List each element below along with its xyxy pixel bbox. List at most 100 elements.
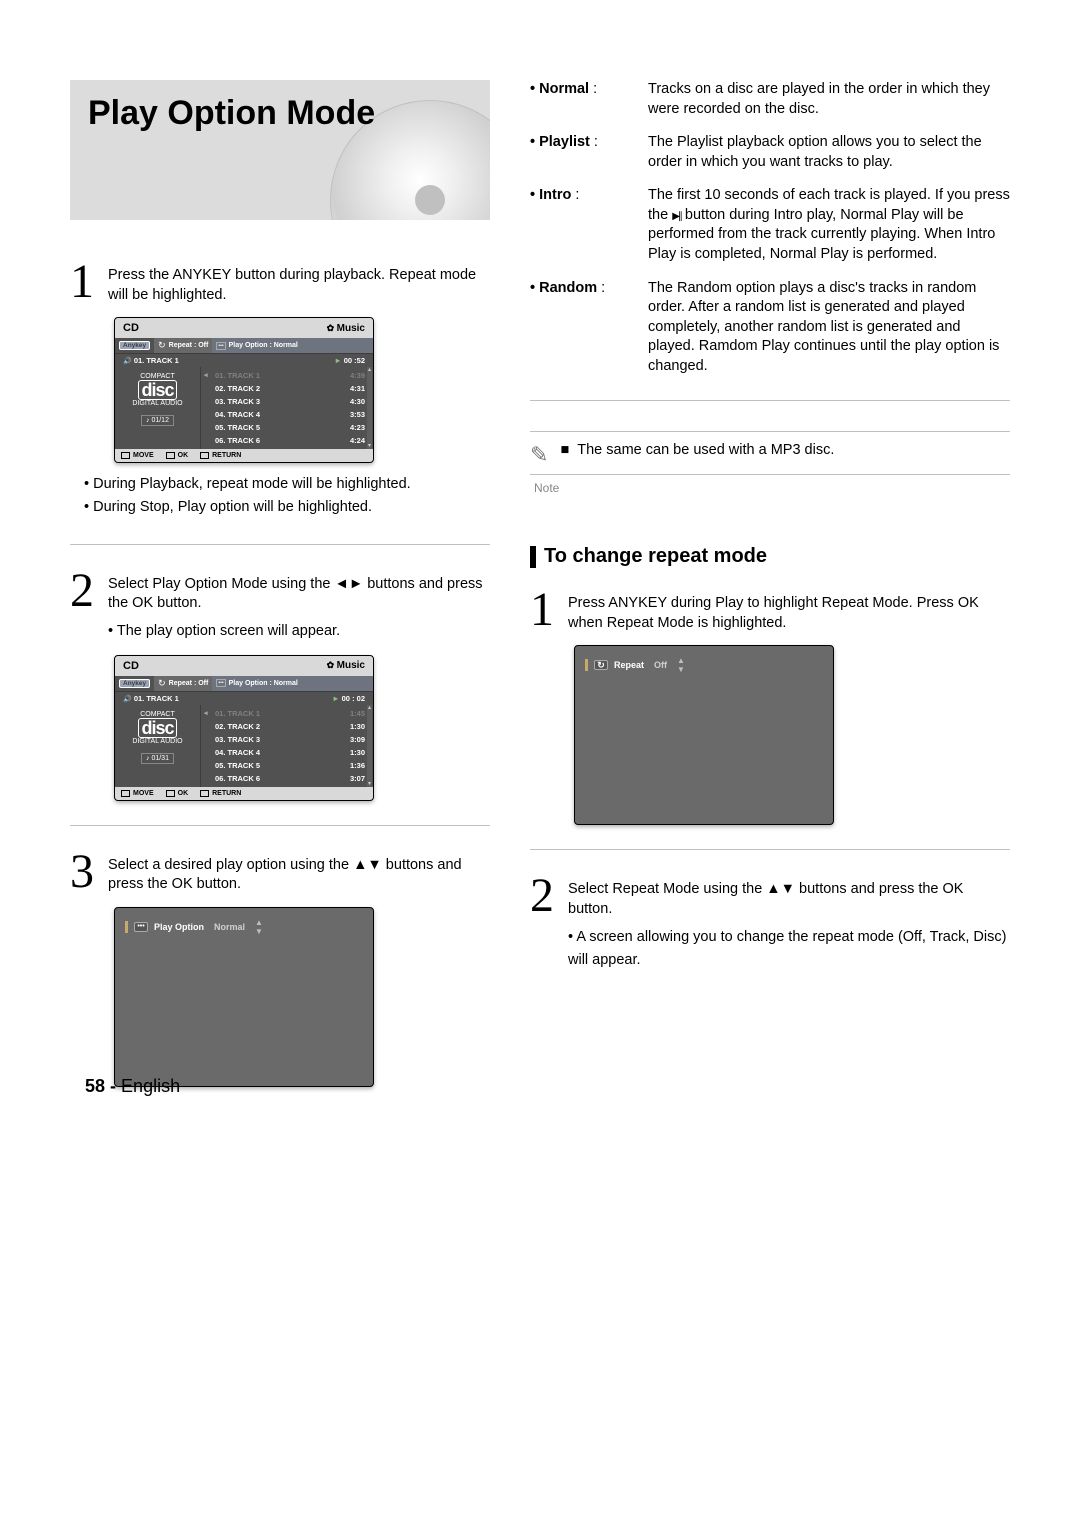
step-text: Select Repeat Mode using the buttons and… <box>568 874 1010 972</box>
step-number: 1 <box>530 588 554 631</box>
ok-icon <box>166 452 175 459</box>
scrollbar: ▴▾ <box>367 367 372 449</box>
playopt-label: Play Option : Normal <box>229 680 298 687</box>
playopt-value: Normal <box>214 922 245 932</box>
note-text: The same can be used with a MP3 disc. <box>577 442 834 458</box>
foot-ok: OK <box>178 790 189 797</box>
track-row: 06. TRACK 64:24 <box>201 434 373 447</box>
playopt-label: Play Option : Normal <box>229 342 298 349</box>
repeat-icon <box>594 660 608 670</box>
track-row: 03. TRACK 34:30 <box>201 395 373 408</box>
step-3: 3 Select a desired play option using the… <box>70 850 490 895</box>
repeat-icon <box>158 340 166 351</box>
playopt-icon: ••• <box>134 922 148 932</box>
cd-logo: COMPACT disc DIGITAL AUDIO <box>132 711 182 745</box>
foot-move: MOVE <box>133 790 154 797</box>
step-text: Select Play Option Mode using the button… <box>108 569 490 643</box>
updown-icon: ▲▼ <box>677 656 685 674</box>
note-icon: ✎ <box>530 442 548 468</box>
track-row: 03. TRACK 33:09 <box>201 733 373 746</box>
playopt-icon: ••• <box>216 342 225 350</box>
track-row: 06. TRACK 63:07 <box>201 772 373 785</box>
now-time: 00 :52 <box>344 356 365 365</box>
track-row: ◂01. TRACK 11:45 <box>201 707 373 720</box>
playopt-label: Play Option <box>154 922 204 932</box>
cd-logo: COMPACT disc DIGITAL AUDIO <box>132 373 182 407</box>
def-playlist: Playlist : The Playlist playback option … <box>530 133 1010 172</box>
track-index: 01/31 <box>141 753 174 764</box>
step-number: 3 <box>70 850 94 893</box>
repeat-popup: Repeat Off ▲▼ <box>574 645 834 825</box>
return-icon <box>200 452 209 459</box>
now-track: 01. TRACK 1 <box>134 694 179 703</box>
accent-bar <box>585 659 588 671</box>
step-text: Select a desired play option using the b… <box>108 850 490 895</box>
page-title: Play Option Mode <box>70 80 490 147</box>
track-row: 04. TRACK 41:30 <box>201 746 373 759</box>
step-number: 2 <box>70 569 94 612</box>
osd2-title: CD <box>123 660 139 672</box>
anykey-chip: Anykey <box>119 341 150 350</box>
r-step-2: 2 Select Repeat Mode using the buttons a… <box>530 874 1010 972</box>
return-icon <box>200 790 209 797</box>
def-intro: Intro : The first 10 seconds of each tra… <box>530 186 1010 264</box>
track-row: 02. TRACK 24:31 <box>201 382 373 395</box>
down-arrow-icon <box>367 857 381 873</box>
accent-bar <box>125 921 128 933</box>
track-index: 01/12 <box>141 415 174 426</box>
right-arrow-icon <box>349 576 363 592</box>
repeat-label: Repeat <box>614 660 644 670</box>
step-2: 2 Select Play Option Mode using the butt… <box>70 569 490 643</box>
note-box: ✎ ■ The same can be used with a MP3 disc… <box>530 431 1010 475</box>
title-box: Play Option Mode <box>70 80 490 220</box>
def-random: Random : The Random option plays a disc'… <box>530 279 1010 377</box>
foot-move: MOVE <box>133 452 154 459</box>
now-track: 01. TRACK 1 <box>134 356 179 365</box>
step2-bullet: The play option screen will appear. <box>108 620 490 643</box>
foot-ok: OK <box>178 452 189 459</box>
track-row: 02. TRACK 21:30 <box>201 720 373 733</box>
separator <box>70 825 490 826</box>
def-normal: Normal : Tracks on a disc are played in … <box>530 80 1010 119</box>
scrollbar: ▴▾ <box>367 705 372 787</box>
up-arrow-icon <box>766 881 780 897</box>
r-step2-bullet: A screen allowing you to change the repe… <box>568 926 1010 972</box>
move-icon <box>121 790 130 797</box>
up-arrow-icon <box>353 857 367 873</box>
track-row: 04. TRACK 43:53 <box>201 408 373 421</box>
osd-panel-2: CD ✿ Music Anykey Repeat : Off •••Play O… <box>114 655 374 801</box>
track-row: ◂01. TRACK 14:39 <box>201 369 373 382</box>
ok-icon <box>166 790 175 797</box>
step-1: 1 Press the ANYKEY button during playbac… <box>70 260 490 305</box>
step1-bullet: During Playback, repeat mode will be hig… <box>84 473 490 496</box>
osd2-category: Music <box>337 660 365 671</box>
r-step-1: 1 Press ANYKEY during Play to highlight … <box>530 588 1010 633</box>
osd-panel-1: CD ✿ Music Anykey Repeat : Off •••Play O… <box>114 317 374 463</box>
repeat-icon <box>158 678 166 689</box>
speaker-icon <box>123 694 132 703</box>
repeat-value: Off <box>654 660 667 670</box>
section-heading: To change repeat mode <box>530 545 1010 568</box>
left-arrow-icon <box>335 576 349 592</box>
play-option-popup: ••• Play Option Normal ▲▼ <box>114 907 374 1087</box>
note-label: Note <box>534 481 1010 495</box>
track-row: 05. TRACK 51:36 <box>201 759 373 772</box>
down-arrow-icon <box>781 881 795 897</box>
now-time: 00 : 02 <box>342 694 365 703</box>
step-text: Press the ANYKEY button during playback.… <box>108 260 490 305</box>
step-number: 1 <box>70 260 94 303</box>
separator <box>530 849 1010 850</box>
osd1-title: CD <box>123 322 139 334</box>
step1-bullet: During Stop, Play option will be highlig… <box>84 496 490 519</box>
move-icon <box>121 452 130 459</box>
step-number: 2 <box>530 874 554 917</box>
step-text: Press ANYKEY during Play to highlight Re… <box>568 588 1010 633</box>
updown-icon: ▲▼ <box>255 918 263 936</box>
repeat-label: Repeat : Off <box>169 680 209 687</box>
anykey-chip: Anykey <box>119 679 150 688</box>
heading-bar-icon <box>530 546 536 568</box>
separator <box>530 400 1010 401</box>
track-row: 05. TRACK 54:23 <box>201 421 373 434</box>
foot-return: RETURN <box>212 452 241 459</box>
playopt-icon: ••• <box>216 679 225 687</box>
